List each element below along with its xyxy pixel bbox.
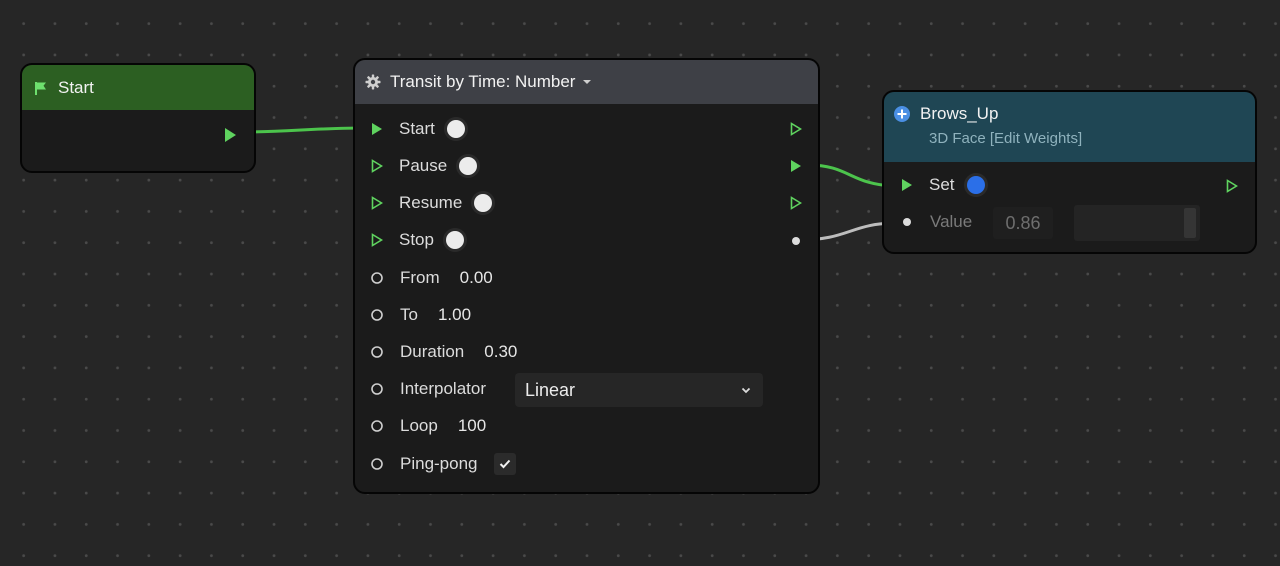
value-field[interactable]: 0.86 (993, 207, 1053, 239)
input-row-duration: Duration 0.30 (370, 342, 517, 362)
trigger-label-stop: Stop (399, 230, 434, 249)
from-input-port[interactable] (370, 271, 384, 285)
transit-node[interactable]: Transit by Time: Number Start Pause Resu… (353, 58, 820, 494)
wire-start-to-transit[interactable] (239, 126, 369, 134)
input-row-from: From 0.00 (370, 268, 493, 288)
input-row-pingpong: Ping-pong (370, 453, 516, 475)
trigger-row-stop: Stop (371, 230, 464, 250)
set-output-port[interactable] (1226, 179, 1238, 193)
gear-icon (365, 74, 381, 90)
resume-trigger-button[interactable] (474, 194, 493, 212)
value-label: Value (930, 212, 973, 231)
transit-node-title: Transit by Time: Number (390, 72, 576, 91)
value-output-port[interactable] (791, 236, 801, 246)
set-row: Set (901, 175, 985, 195)
stop-trigger-button[interactable] (445, 231, 464, 249)
from-label: From (400, 268, 440, 287)
to-value[interactable]: 1.00 (438, 305, 471, 325)
chevron-down-icon (741, 387, 751, 393)
value-input-port[interactable] (902, 217, 912, 227)
to-input-port[interactable] (370, 308, 384, 322)
stop-input-port[interactable] (371, 233, 383, 247)
interpolator-value: Linear (525, 379, 576, 400)
brows-node-subtitle: 3D Face [Edit Weights] (929, 130, 1083, 147)
slider-handle[interactable] (1184, 208, 1196, 238)
loop-value[interactable]: 100 (458, 416, 486, 436)
interpolator-input-port[interactable] (370, 382, 384, 396)
set-input-port[interactable] (901, 178, 913, 192)
from-value[interactable]: 0.00 (460, 268, 493, 288)
trigger-label-start: Start (399, 119, 435, 138)
trigger-row-pause: Pause (371, 156, 478, 176)
start-node[interactable]: Start (20, 63, 256, 173)
pingpong-checkbox[interactable] (493, 453, 516, 475)
resume-input-port[interactable] (371, 196, 383, 210)
checkmark-icon (499, 459, 510, 469)
brows-up-node[interactable]: Brows_Up 3D Face [Edit Weights] Set Valu… (882, 90, 1257, 254)
trigger-row-resume: Resume (371, 193, 493, 213)
start-input-port[interactable] (371, 122, 383, 136)
start-trigger-button[interactable] (446, 120, 465, 138)
to-label: To (400, 305, 418, 324)
pingpong-label: Ping-pong (400, 454, 478, 473)
trigger-row-start: Start (371, 119, 465, 139)
value-row: Value (902, 212, 972, 232)
set-label: Set (929, 175, 955, 194)
set-trigger-button[interactable] (966, 176, 985, 194)
brows-node-title: Brows_Up (920, 104, 999, 123)
interpolator-select[interactable]: Linear (515, 373, 763, 407)
start-node-header[interactable]: Start (22, 65, 254, 110)
loop-label: Loop (400, 416, 438, 435)
duration-input-port[interactable] (370, 345, 384, 359)
input-row-loop: Loop 100 (370, 416, 486, 436)
pause-output-port[interactable] (790, 159, 802, 173)
pingpong-input-port[interactable] (370, 457, 384, 471)
trigger-label-resume: Resume (399, 193, 463, 212)
start-output-port[interactable] (790, 122, 802, 136)
plus-circle-icon (894, 106, 910, 122)
trigger-label-pause: Pause (399, 156, 448, 175)
value-number: 0.86 (1005, 212, 1041, 233)
duration-value[interactable]: 0.30 (484, 342, 517, 362)
duration-label: Duration (400, 342, 465, 361)
value-slider[interactable] (1074, 205, 1200, 241)
chevron-down-icon[interactable] (582, 79, 592, 85)
flag-icon (35, 81, 46, 95)
transit-node-header[interactable]: Transit by Time: Number (355, 60, 818, 104)
input-row-interpolator: Interpolator (370, 379, 486, 399)
loop-input-port[interactable] (370, 419, 384, 433)
interpolator-label: Interpolator (400, 379, 486, 398)
start-output-port[interactable] (223, 127, 237, 143)
pause-input-port[interactable] (371, 159, 383, 173)
resume-output-port[interactable] (790, 196, 802, 210)
start-node-title: Start (58, 77, 94, 97)
pause-trigger-button[interactable] (459, 157, 478, 175)
input-row-to: To 1.00 (370, 305, 471, 325)
brows-node-header[interactable]: Brows_Up 3D Face [Edit Weights] (884, 92, 1255, 162)
